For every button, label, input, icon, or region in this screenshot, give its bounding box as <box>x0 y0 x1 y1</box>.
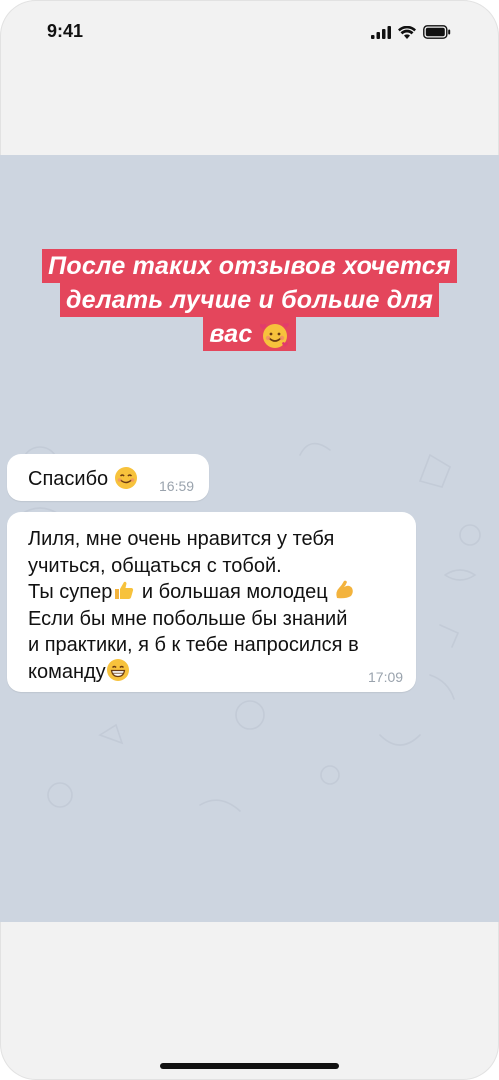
message-line: Ты супер <box>28 581 113 603</box>
status-bar: 9:41 <box>0 0 499 62</box>
home-indicator[interactable] <box>160 1063 339 1069</box>
message-bubble: Лиля, мне очень нравится у тебя учиться,… <box>7 512 416 692</box>
message-text: Спасибо <box>28 468 109 490</box>
status-icons <box>371 23 451 41</box>
phone-screen: 9:41 После таких отзывов хочется делать … <box>0 0 499 1080</box>
caption-line-3-wrap: вас <box>0 317 499 351</box>
story-caption: После таких отзывов хочется делать лучше… <box>0 249 499 351</box>
wifi-icon <box>398 25 416 39</box>
message-time: 16:59 <box>159 478 195 494</box>
message-line: команду <box>28 660 106 683</box>
message-line: учиться, общаться с тобой. <box>28 554 282 577</box>
message-time: 17:09 <box>368 669 404 685</box>
caption-line: После таких отзывов хочется <box>42 249 457 283</box>
message-line-with-emoji: команду <box>28 658 408 686</box>
caption-line-2-wrap: делать лучше и больше для <box>0 283 499 317</box>
smiling-face-icon <box>114 466 137 489</box>
cellular-signal-icon <box>371 25 391 39</box>
status-time: 9:41 <box>47 21 84 41</box>
message-bubble: Спасибо 16:59 <box>7 454 209 501</box>
caption-line: делать лучше и больше для <box>59 283 440 317</box>
message-line: и большая молодец <box>141 581 328 603</box>
caption-line-text: вас <box>209 320 253 348</box>
message-text-wrap: Лиля, мне очень нравится у тебя учиться,… <box>28 526 408 685</box>
message-line: Если бы мне побольше бы знаний <box>28 607 348 630</box>
smiling-face-with-hearts-icon <box>259 323 289 349</box>
message-text-wrap: Спасибо <box>28 466 138 491</box>
caption-line-last: вас <box>203 317 296 351</box>
caption-line-1-wrap: После таких отзывов хочется <box>0 249 499 283</box>
grinning-face-icon <box>106 658 129 681</box>
thumbs-up-icon <box>115 581 134 600</box>
story-image: После таких отзывов хочется делать лучше… <box>0 155 499 922</box>
message-line: Лиля, мне очень нравится у тебя <box>28 528 335 550</box>
flexed-biceps-icon <box>336 580 354 599</box>
message-line: и практики, я б к тебе напросился в <box>28 634 359 656</box>
battery-icon <box>423 25 451 39</box>
message-line-with-emojis: Ты супер и большая молодец <box>28 579 408 606</box>
